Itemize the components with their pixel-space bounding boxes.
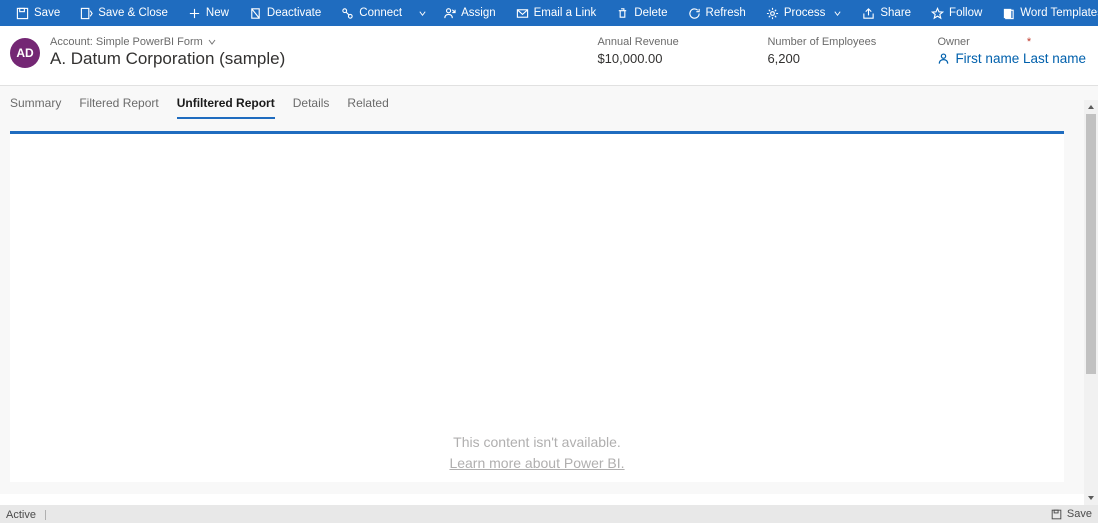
refresh-icon — [688, 7, 701, 20]
process-label: Process — [784, 7, 826, 19]
save-close-button[interactable]: Save & Close — [70, 0, 178, 26]
field-label: Annual Revenue — [597, 36, 707, 48]
delete-button[interactable]: Delete — [606, 0, 677, 26]
save-button[interactable]: Save — [6, 0, 70, 26]
chevron-down-icon — [418, 9, 427, 18]
connect-label: Connect — [359, 7, 402, 19]
share-icon — [862, 7, 875, 20]
new-label: New — [206, 7, 229, 19]
footer-save-label: Save — [1067, 508, 1092, 520]
scroll-down-arrow[interactable] — [1084, 491, 1098, 505]
share-label: Share — [880, 7, 911, 19]
content-area: This content isn't available. Learn more… — [0, 119, 1098, 494]
share-button[interactable]: Share — [852, 0, 921, 26]
tab-filtered-report[interactable]: Filtered Report — [79, 94, 158, 119]
field-label: Number of Employees — [767, 36, 877, 48]
gear-icon — [766, 7, 779, 20]
owner-name: First name Last name — [955, 51, 1086, 66]
chevron-down-icon — [833, 9, 842, 18]
assign-icon — [443, 7, 456, 20]
connect-icon — [341, 7, 354, 20]
save-icon — [1051, 509, 1062, 520]
field-value: $10,000.00 — [597, 51, 707, 66]
tab-summary[interactable]: Summary — [10, 94, 61, 119]
owner-link[interactable]: First name Last name — [937, 51, 1086, 66]
word-icon — [1002, 7, 1015, 20]
follow-label: Follow — [949, 7, 982, 19]
tab-bar: Summary Filtered Report Unfiltered Repor… — [0, 86, 1098, 119]
assign-label: Assign — [461, 7, 496, 19]
chevron-down-icon — [207, 37, 217, 47]
save-icon — [16, 7, 29, 20]
record-state: Active — [6, 509, 36, 521]
status-bar: Active Save — [0, 505, 1098, 523]
email-link-button[interactable]: Email a Link — [506, 0, 607, 26]
field-value: 6,200 — [767, 51, 877, 66]
powerbi-report-frame: This content isn't available. Learn more… — [10, 131, 1064, 482]
num-employees-field[interactable]: Number of Employees 6,200 — [767, 36, 877, 66]
record-name: A. Datum Corporation (sample) — [50, 49, 587, 69]
deactivate-button[interactable]: Deactivate — [239, 0, 331, 26]
trash-icon — [616, 7, 629, 20]
vertical-scrollbar[interactable] — [1084, 100, 1098, 505]
divider — [45, 510, 46, 520]
tab-related[interactable]: Related — [347, 94, 388, 119]
footer-save-button[interactable]: Save — [1051, 508, 1092, 520]
email-icon — [516, 7, 529, 20]
refresh-button[interactable]: Refresh — [678, 0, 756, 26]
scroll-thumb[interactable] — [1086, 114, 1096, 374]
scroll-up-arrow[interactable] — [1084, 100, 1098, 114]
follow-button[interactable]: Follow — [921, 0, 992, 26]
word-templates-label: Word Templates — [1020, 7, 1098, 19]
connect-button[interactable]: Connect — [331, 0, 412, 26]
avatar: AD — [10, 38, 40, 68]
field-label: Owner — [937, 36, 1086, 48]
assign-button[interactable]: Assign — [433, 0, 506, 26]
annual-revenue-field[interactable]: Annual Revenue $10,000.00 — [597, 36, 707, 66]
refresh-label: Refresh — [706, 7, 746, 19]
delete-label: Delete — [634, 7, 667, 19]
deactivate-icon — [249, 7, 262, 20]
empty-message: This content isn't available. — [449, 432, 624, 453]
owner-field[interactable]: Owner First name Last name — [937, 36, 1086, 66]
header-fields: Annual Revenue $10,000.00 Number of Empl… — [597, 36, 1086, 66]
learn-more-link[interactable]: Learn more about Power BI. — [449, 455, 624, 471]
connect-dropdown[interactable] — [412, 0, 433, 26]
plus-icon — [188, 7, 201, 20]
deactivate-label: Deactivate — [267, 7, 321, 19]
save-close-label: Save & Close — [98, 7, 168, 19]
command-bar: Save Save & Close New Deactivate Connect… — [0, 0, 1098, 26]
save-close-icon — [80, 7, 93, 20]
process-button[interactable]: Process — [756, 0, 853, 26]
star-icon — [931, 7, 944, 20]
tab-details[interactable]: Details — [293, 94, 330, 119]
record-titles: Account: Simple PowerBI Form A. Datum Co… — [50, 36, 587, 69]
form-selector-label: Account: Simple PowerBI Form — [50, 36, 203, 48]
tab-unfiltered-report[interactable]: Unfiltered Report — [177, 94, 275, 119]
empty-state: This content isn't available. Learn more… — [449, 432, 624, 474]
form-selector[interactable]: Account: Simple PowerBI Form — [50, 36, 587, 48]
new-button[interactable]: New — [178, 0, 239, 26]
email-link-label: Email a Link — [534, 7, 597, 19]
word-templates-button[interactable]: Word Templates — [992, 0, 1098, 26]
save-label: Save — [34, 7, 60, 19]
person-icon — [937, 52, 950, 65]
record-header: AD Account: Simple PowerBI Form A. Datum… — [0, 26, 1098, 86]
